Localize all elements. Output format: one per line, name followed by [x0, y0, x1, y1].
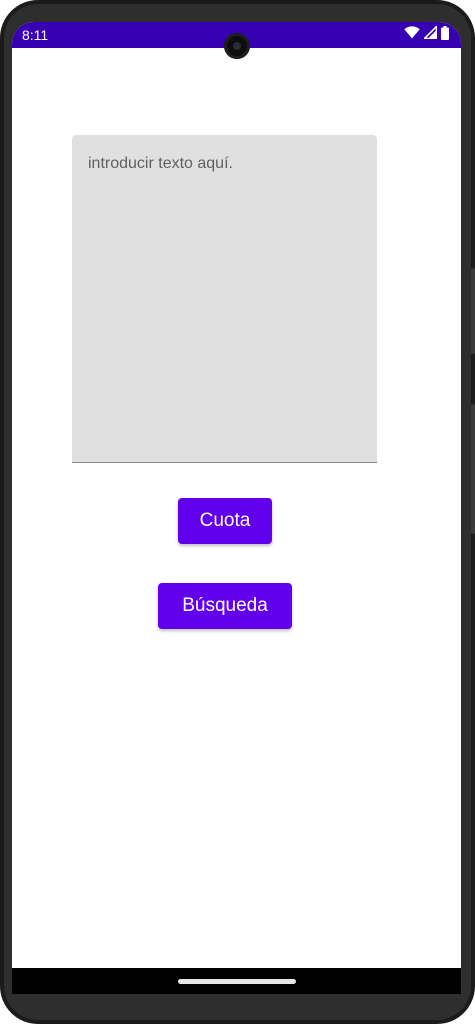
device-frame: 8:11 Cuota Búsqueda [0, 0, 475, 1024]
volume-button [471, 404, 475, 534]
status-icons [404, 24, 449, 45]
home-indicator[interactable] [177, 978, 296, 984]
front-camera [224, 33, 250, 59]
power-button [471, 268, 475, 354]
text-input[interactable] [72, 135, 377, 463]
signal-icon [422, 24, 438, 44]
navigation-bar [12, 968, 461, 994]
cuota-button[interactable]: Cuota [178, 498, 272, 544]
status-time: 8:11 [22, 27, 49, 43]
wifi-icon [404, 26, 420, 44]
battery-icon [441, 25, 449, 45]
busqueda-button[interactable]: Búsqueda [158, 583, 292, 629]
